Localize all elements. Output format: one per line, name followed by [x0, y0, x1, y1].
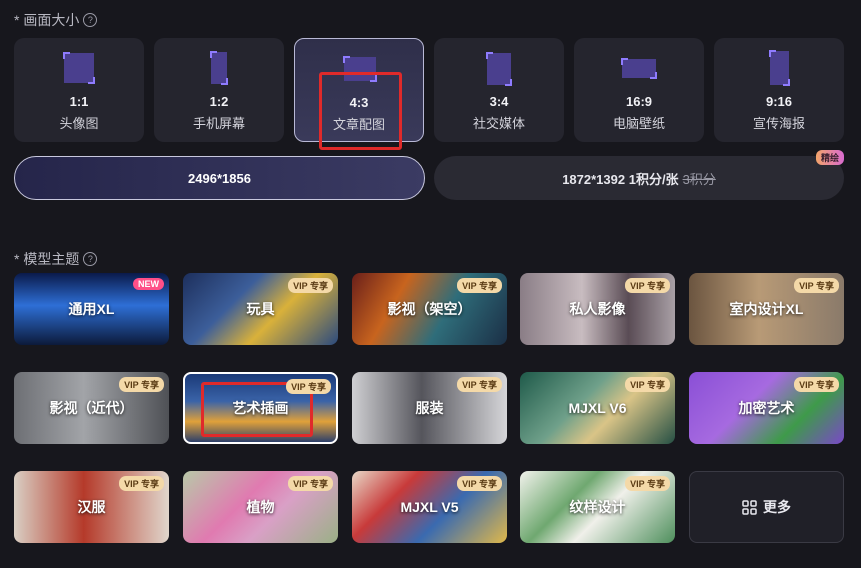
- resolution-value: 1872*1392 1积分/张: [562, 171, 679, 187]
- vip-badge: VIP 专享: [457, 278, 502, 293]
- model-name: 汉服: [77, 499, 106, 515]
- vip-badge: VIP 专享: [119, 377, 164, 392]
- model-tile[interactable]: NEW 通用XL: [14, 273, 169, 345]
- model-tile[interactable]: VIP 专享 汉服: [14, 471, 169, 543]
- vip-badge: VIP 专享: [457, 476, 502, 491]
- ratio-card-1-2[interactable]: 1:2 手机屏幕: [154, 38, 284, 142]
- vip-badge: VIP 专享: [286, 379, 331, 394]
- wide-ratio-icon: [621, 58, 657, 79]
- ratio-value: 1:1: [69, 94, 89, 109]
- model-name: 植物: [246, 499, 275, 515]
- ratio-label: 电脑壁纸: [612, 116, 665, 131]
- model-section-label: * 模型主题: [14, 251, 80, 267]
- ratio-options: 1:1 头像图 1:2 手机屏幕 4:3 文章配图 3:4 社交媒体 16:9 …: [14, 38, 844, 142]
- model-tile[interactable]: VIP 专享 影视（近代）: [14, 372, 169, 444]
- ratio-card-1-1[interactable]: 1:1 头像图: [14, 38, 144, 142]
- vip-badge: VIP 专享: [794, 278, 839, 293]
- new-badge: NEW: [133, 278, 164, 290]
- ratio-label: 社交媒体: [472, 116, 525, 131]
- model-tile[interactable]: VIP 专享 MJXL V5: [352, 471, 507, 543]
- model-name: 影视（近代）: [49, 400, 134, 416]
- resolution-value: 2496*1856: [188, 170, 251, 186]
- model-tile[interactable]: VIP 专享 影视（架空）: [352, 273, 507, 345]
- tall-ratio-icon: [769, 50, 790, 86]
- more-models-button[interactable]: 更多: [689, 471, 844, 543]
- model-name: MJXL V6: [568, 400, 627, 416]
- vip-badge: VIP 专享: [794, 377, 839, 392]
- more-label: 更多: [763, 499, 791, 515]
- ratio-value: 1:2: [209, 94, 229, 109]
- model-tile[interactable]: VIP 专享 室内设计XL: [689, 273, 844, 345]
- ratio-value: 9:16: [765, 94, 793, 109]
- model-tile[interactable]: VIP 专享 私人影像: [520, 273, 675, 345]
- grid-icon: [742, 499, 757, 515]
- highlight-annotation: [319, 72, 402, 150]
- vip-badge: VIP 专享: [625, 476, 670, 491]
- model-name: 纹样设计: [569, 499, 626, 515]
- model-tile[interactable]: VIP 专享 纹样设计: [520, 471, 675, 543]
- model-name: 私人影像: [569, 301, 626, 317]
- ratio-label: 手机屏幕: [192, 116, 245, 131]
- portrait-ratio-icon: [486, 52, 512, 86]
- ratio-card-3-4[interactable]: 3:4 社交媒体: [434, 38, 564, 142]
- size-section-label: * 画面大小: [14, 12, 80, 28]
- vip-badge: VIP 专享: [457, 377, 502, 392]
- model-name: 玩具: [246, 301, 275, 317]
- model-tile[interactable]: VIP 专享 玩具: [183, 273, 338, 345]
- ratio-card-16-9[interactable]: 16:9 电脑壁纸: [574, 38, 704, 142]
- model-name: 加密艺术: [738, 400, 795, 416]
- help-icon[interactable]: ?: [83, 13, 98, 27]
- model-name: 影视（架空）: [387, 301, 472, 317]
- vip-badge: VIP 专享: [119, 476, 164, 491]
- ratio-card-9-16[interactable]: 9:16 宣传海报: [714, 38, 844, 142]
- vip-badge: VIP 专享: [288, 278, 333, 293]
- resolution-option-high[interactable]: 2496*1856: [14, 156, 425, 200]
- model-name: 服装: [415, 400, 444, 416]
- model-name: 通用XL: [68, 301, 115, 317]
- ratio-value: 3:4: [489, 94, 509, 109]
- help-icon[interactable]: ?: [83, 252, 98, 266]
- vip-badge: VIP 专享: [625, 278, 670, 293]
- model-name: 艺术插画: [232, 400, 289, 416]
- resolution-option-standard[interactable]: 1872*1392 1积分/张 3积分 精绘: [434, 150, 844, 200]
- model-name: 室内设计XL: [729, 301, 804, 317]
- refine-badge: 精绘: [815, 150, 844, 165]
- size-section-title: * 画面大小 ?: [14, 10, 98, 30]
- ratio-label: 头像图: [59, 116, 99, 131]
- original-price: 3积分: [682, 171, 716, 187]
- ratio-value: 16:9: [625, 94, 653, 109]
- vip-badge: VIP 专享: [625, 377, 670, 392]
- model-tile[interactable]: VIP 专享 加密艺术: [689, 372, 844, 444]
- model-tile[interactable]: VIP 专享 MJXL V6: [520, 372, 675, 444]
- vip-badge: VIP 专享: [288, 476, 333, 491]
- model-tile[interactable]: VIP 专享 服装: [352, 372, 507, 444]
- portrait-ratio-icon: [210, 51, 228, 85]
- model-tile[interactable]: VIP 专享 植物: [183, 471, 338, 543]
- square-ratio-icon: [63, 52, 95, 84]
- ratio-label: 宣传海报: [752, 116, 805, 131]
- model-section-title: * 模型主题 ?: [14, 249, 98, 269]
- model-name: MJXL V5: [400, 499, 459, 515]
